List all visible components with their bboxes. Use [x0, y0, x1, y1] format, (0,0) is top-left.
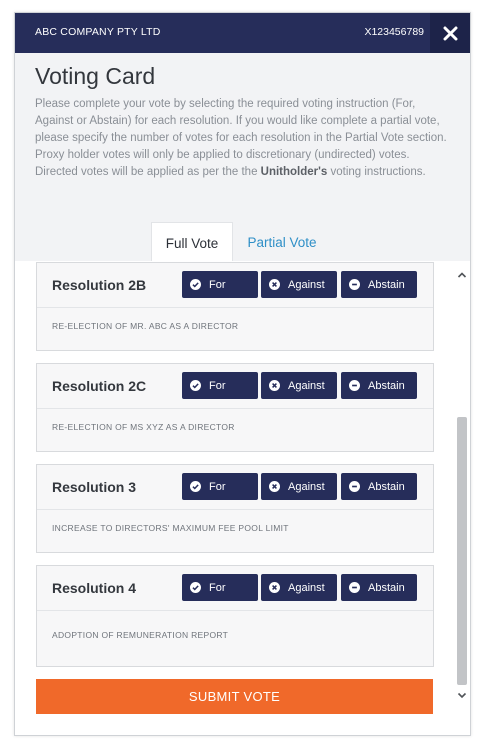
check-circle-icon	[190, 582, 201, 593]
x-circle-icon	[269, 481, 280, 492]
vote-against-button[interactable]: Against	[261, 271, 337, 298]
vote-for-button[interactable]: For	[182, 372, 258, 399]
vote-abstain-button[interactable]: Abstain	[341, 574, 417, 601]
holder-id: X123456789	[364, 26, 424, 38]
vote-for-button[interactable]: For	[182, 473, 258, 500]
vote-for-button[interactable]: For	[182, 574, 258, 601]
resolution-description: INCREASE TO DIRECTORS' MAXIMUM FEE POOL …	[52, 523, 289, 533]
x-circle-icon	[269, 582, 280, 593]
vote-for-label: For	[209, 278, 226, 291]
minus-circle-icon	[349, 481, 360, 492]
header-bar: ABC COMPANY PTY LTD X123456789	[15, 13, 470, 53]
vote-against-button[interactable]: Against	[261, 473, 337, 500]
resolution-card: Resolution 4 For Against Abstain ADOPTIO…	[36, 565, 434, 667]
vote-against-button[interactable]: Against	[261, 574, 337, 601]
resolution-description: ADOPTION OF REMUNERATION REPORT	[52, 630, 229, 640]
check-circle-icon	[190, 380, 201, 391]
vote-abstain-label: Abstain	[368, 379, 405, 392]
resolution-header: Resolution 2C For Against Abstain	[37, 364, 433, 409]
minus-circle-icon	[349, 279, 360, 290]
resolution-card: Resolution 2C For Against Abstain RE-ELE…	[36, 363, 434, 452]
voting-card-modal: ABC COMPANY PTY LTD X123456789 Voting Ca…	[14, 12, 471, 736]
tab-partial-vote[interactable]: Partial Vote	[237, 222, 327, 262]
vote-against-label: Against	[288, 278, 325, 291]
vote-abstain-button[interactable]: Abstain	[341, 372, 417, 399]
vote-abstain-button[interactable]: Abstain	[341, 271, 417, 298]
resolution-description: RE-ELECTION OF MS XYZ AS A DIRECTOR	[52, 422, 235, 432]
vote-for-label: For	[209, 480, 226, 493]
resolution-header: Resolution 4 For Against Abstain	[37, 566, 433, 611]
close-icon	[443, 26, 457, 40]
minus-circle-icon	[349, 582, 360, 593]
resolution-title: Resolution 4	[52, 580, 137, 596]
vote-against-label: Against	[288, 581, 325, 594]
vote-abstain-button[interactable]: Abstain	[341, 473, 417, 500]
vote-against-label: Against	[288, 379, 325, 392]
chevron-down-icon[interactable]	[456, 689, 468, 701]
check-circle-icon	[190, 481, 201, 492]
resolution-header: Resolution 3 For Against Abstain	[37, 465, 433, 510]
vote-for-button[interactable]: For	[182, 271, 258, 298]
vote-against-button[interactable]: Against	[261, 372, 337, 399]
page-title: Voting Card	[35, 63, 156, 89]
instructions-bold: Unitholder's	[260, 166, 328, 178]
x-circle-icon	[269, 279, 280, 290]
resolution-title: Resolution 3	[52, 479, 137, 495]
instructions-text: Please complete your vote by selecting t…	[35, 96, 453, 181]
resolution-card: Resolution 2B For Against Abstain RE-ELE…	[36, 262, 434, 351]
check-circle-icon	[190, 279, 201, 290]
instructions-part-2: voting instructions.	[327, 166, 426, 178]
close-button[interactable]	[430, 13, 470, 53]
vote-abstain-label: Abstain	[368, 581, 405, 594]
submit-vote-button[interactable]: SUBMIT VOTE	[36, 679, 433, 714]
chevron-up-icon[interactable]	[456, 269, 468, 281]
scrollbar-thumb[interactable]	[457, 417, 467, 685]
resolution-title: Resolution 2C	[52, 378, 147, 394]
minus-circle-icon	[349, 380, 360, 391]
vote-abstain-label: Abstain	[368, 278, 405, 291]
x-circle-icon	[269, 380, 280, 391]
resolution-description: RE-ELECTION OF MR. ABC AS A DIRECTOR	[52, 321, 239, 331]
resolution-card: Resolution 3 For Against Abstain INCREAS…	[36, 464, 434, 553]
vote-for-label: For	[209, 379, 226, 392]
vote-for-label: For	[209, 581, 226, 594]
vote-against-label: Against	[288, 480, 325, 493]
company-name: ABC COMPANY PTY LTD	[35, 26, 161, 38]
vote-abstain-label: Abstain	[368, 480, 405, 493]
resolution-title: Resolution 2B	[52, 277, 147, 293]
resolution-header: Resolution 2B For Against Abstain	[37, 263, 433, 308]
tab-full-vote[interactable]: Full Vote	[151, 222, 233, 263]
